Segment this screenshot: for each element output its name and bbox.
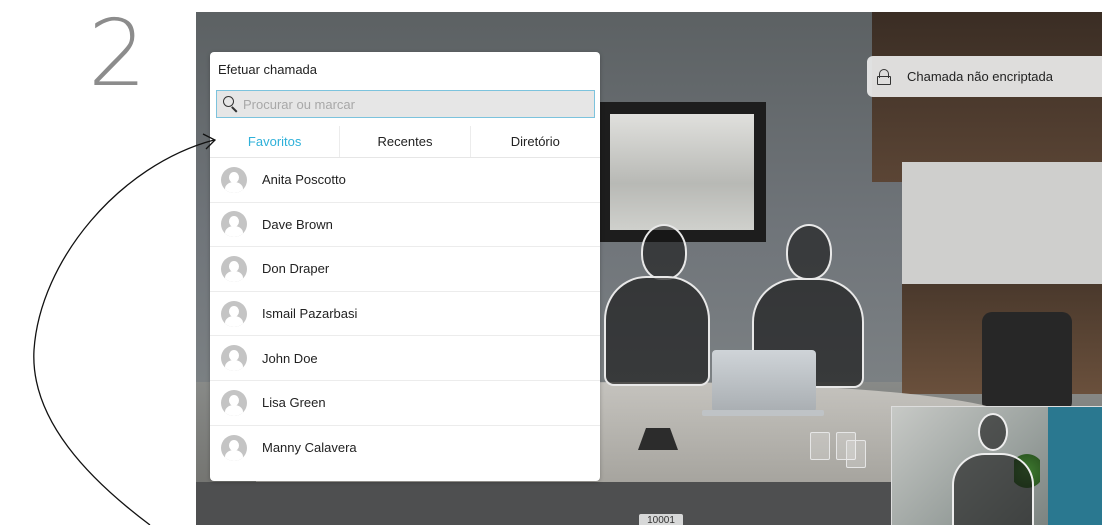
self-view[interactable] <box>891 406 1102 525</box>
contact-row[interactable]: Manny Calavera <box>210 426 600 471</box>
instruction-page: 2 10001 Chamada não encriptada Efetuar c… <box>0 0 1102 525</box>
contact-name: Don Draper <box>262 261 330 277</box>
contact-row[interactable]: Don Draper <box>210 247 600 292</box>
side-wall <box>902 162 1102 302</box>
search-icon <box>223 96 239 113</box>
step-number: 2 <box>88 0 147 107</box>
meeting-number: 10001 <box>639 514 683 525</box>
encryption-status: Chamada não encriptada <box>867 56 1102 97</box>
contact-name: Anita Poscotto <box>262 172 346 188</box>
contact-row[interactable]: John Doe <box>210 336 600 381</box>
avatar-icon <box>221 345 247 372</box>
avatar-icon <box>221 255 247 282</box>
contact-name: Manny Calavera <box>262 440 357 456</box>
contact-name: Ismail Pazarbasi <box>262 306 358 322</box>
laptop <box>712 350 816 412</box>
chair <box>982 312 1072 412</box>
cabinet <box>872 12 1102 182</box>
contact-row[interactable]: Dave Brown <box>210 203 600 248</box>
lock-open-icon <box>877 68 891 85</box>
contact-row[interactable]: Anita Poscotto <box>210 158 600 203</box>
encryption-label: Chamada não encriptada <box>907 69 1053 84</box>
glass <box>846 440 866 468</box>
avatar-icon <box>221 389 247 416</box>
avatar-icon <box>221 166 247 193</box>
avatar-icon <box>221 434 247 461</box>
contact-row[interactable]: Lisa Green <box>210 381 600 426</box>
tab-recents[interactable]: Recentes <box>340 126 471 157</box>
place-call-panel: Efetuar chamada Favoritos Recentes Diret… <box>210 52 600 481</box>
avatar-icon <box>221 211 247 238</box>
contact-list: Anita Poscotto Dave Brown Don Draper Ism… <box>210 158 600 470</box>
laptop-base <box>702 410 824 416</box>
avatar-icon <box>221 300 247 327</box>
search-field[interactable] <box>216 90 595 118</box>
contact-name: John Doe <box>262 350 318 366</box>
contact-name: Dave Brown <box>262 216 333 232</box>
panel-title: Efetuar chamada <box>218 62 318 77</box>
contact-name: Lisa Green <box>262 395 326 411</box>
self-view-person <box>942 413 1042 525</box>
tab-directory[interactable]: Diretório <box>471 126 600 157</box>
contact-row[interactable]: Ismail Pazarbasi <box>210 292 600 337</box>
glass <box>810 432 830 460</box>
tab-favorites[interactable]: Favoritos <box>210 126 341 157</box>
tab-bar: Favoritos Recentes Diretório <box>210 126 600 158</box>
search-input[interactable] <box>243 96 583 112</box>
wall-picture <box>598 102 766 242</box>
